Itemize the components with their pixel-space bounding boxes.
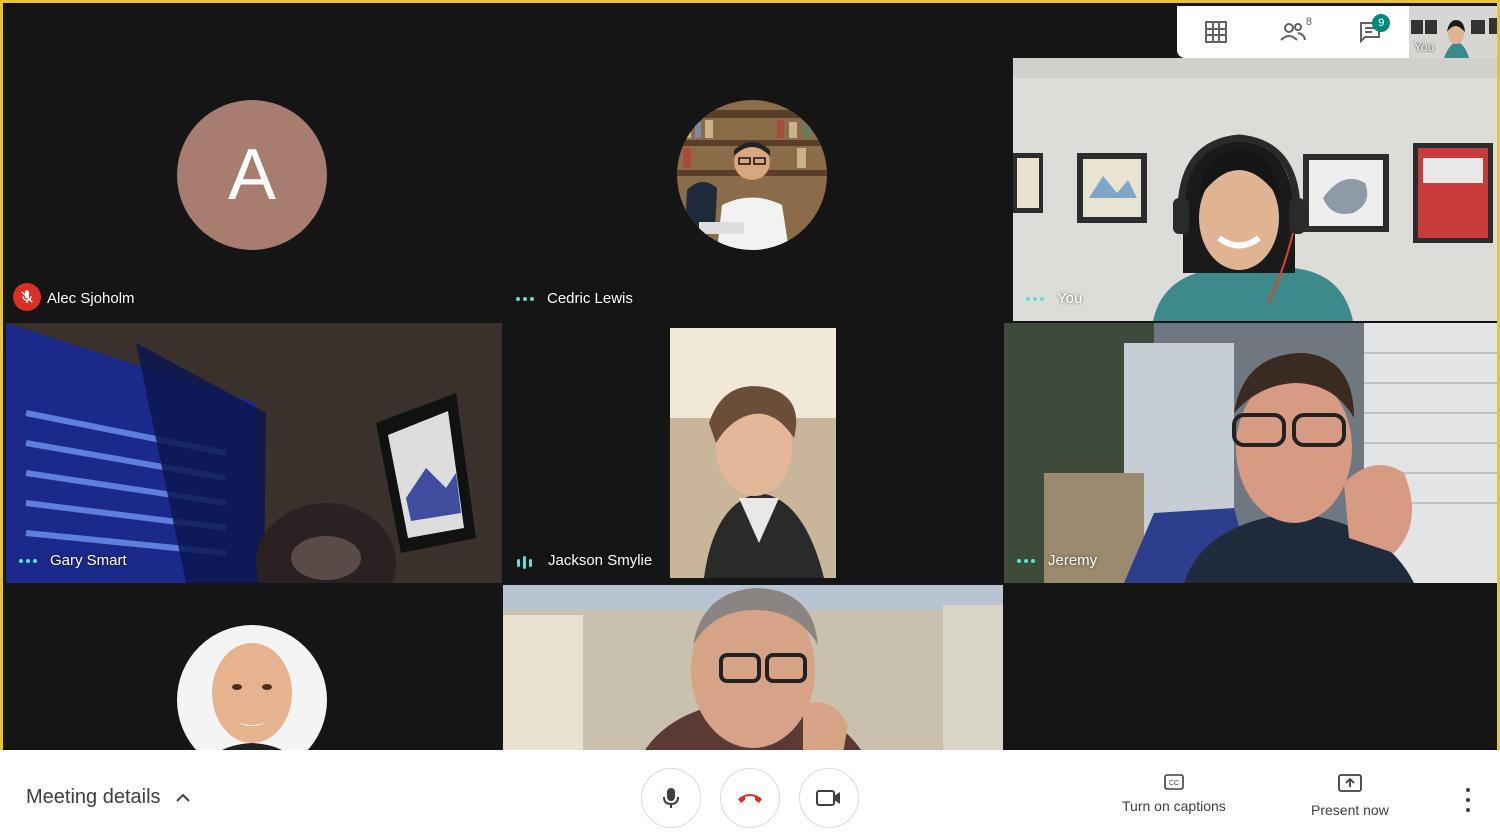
participant-name: Gary Smart xyxy=(50,552,127,569)
layout-grid-button[interactable] xyxy=(1196,12,1236,52)
participant-name: Cedric Lewis xyxy=(547,290,633,307)
participant-name: Alec Sjoholm xyxy=(47,290,135,307)
audio-indicator-icon xyxy=(516,295,536,303)
tile-jackson-smylie[interactable]: Jackson Smylie xyxy=(504,323,1002,583)
present-screen-icon xyxy=(1338,774,1362,792)
participant-name: Jackson Smylie xyxy=(548,552,653,569)
self-view-thumbnail[interactable]: You xyxy=(1409,6,1497,58)
self-view-label: You xyxy=(1414,40,1435,54)
microphone-icon xyxy=(663,788,679,808)
present-now-button[interactable]: Present now xyxy=(1311,774,1389,818)
captions-button[interactable]: CC Turn on captions xyxy=(1122,774,1226,814)
participant-name: You xyxy=(1057,290,1083,307)
audio-indicator-icon xyxy=(1026,295,1046,303)
meeting-details-button[interactable]: Meeting details xyxy=(26,786,191,809)
avatar-photo xyxy=(677,100,827,250)
chat-badge: 9 xyxy=(1372,14,1391,32)
tile-empty xyxy=(1003,585,1497,753)
video-feed xyxy=(504,323,1002,583)
chevron-up-icon xyxy=(175,793,190,802)
chat-button[interactable]: 9 xyxy=(1350,12,1391,52)
meet-window: A Alec Sjoholm Cedric Lewis You Gary Sma… xyxy=(0,0,1500,835)
tile-alec-sjoholm[interactable]: A Alec Sjoholm xyxy=(3,3,503,321)
video-feed xyxy=(6,323,502,583)
top-controls: 8 9 xyxy=(1177,6,1409,58)
video-feed xyxy=(1013,58,1497,321)
video-feed xyxy=(1004,323,1497,583)
avatar-letter: A xyxy=(177,100,327,250)
more-options-button[interactable] xyxy=(1458,788,1478,812)
mic-off-icon xyxy=(13,283,41,311)
participant-count: 8 xyxy=(1305,16,1312,28)
tile-participant-row3-left[interactable] xyxy=(3,585,503,753)
tile-cedric-lewis[interactable]: Cedric Lewis xyxy=(503,3,1013,321)
camera-icon xyxy=(816,790,840,806)
participant-name: Jeremy xyxy=(1048,552,1098,569)
leave-call-button[interactable] xyxy=(720,768,780,828)
video-feed xyxy=(503,585,1003,753)
tile-participant-row3-center[interactable] xyxy=(503,585,1003,753)
camera-button[interactable] xyxy=(799,768,859,828)
tile-you[interactable]: You xyxy=(1013,58,1497,321)
participants-button[interactable]: 8 xyxy=(1273,12,1313,52)
present-now-label: Present now xyxy=(1311,802,1389,818)
captions-label: Turn on captions xyxy=(1122,798,1226,814)
hang-up-icon xyxy=(738,794,762,803)
microphone-button[interactable] xyxy=(641,768,701,828)
captions-icon: CC xyxy=(1164,774,1184,790)
audio-indicator-icon xyxy=(1017,557,1037,565)
grid-icon xyxy=(1204,21,1227,43)
tile-gary-smart[interactable]: Gary Smart xyxy=(6,323,502,583)
bottom-bar: Meeting details CC Turn on captions Pres… xyxy=(0,750,1500,835)
svg-text:CC: CC xyxy=(1169,780,1179,787)
audio-indicator-icon xyxy=(19,557,39,565)
meeting-details-label: Meeting details xyxy=(26,786,161,808)
avatar-photo xyxy=(177,625,327,753)
people-icon xyxy=(1280,23,1306,41)
speaking-indicator-icon xyxy=(517,556,532,569)
tile-jeremy[interactable]: Jeremy xyxy=(1004,323,1497,583)
